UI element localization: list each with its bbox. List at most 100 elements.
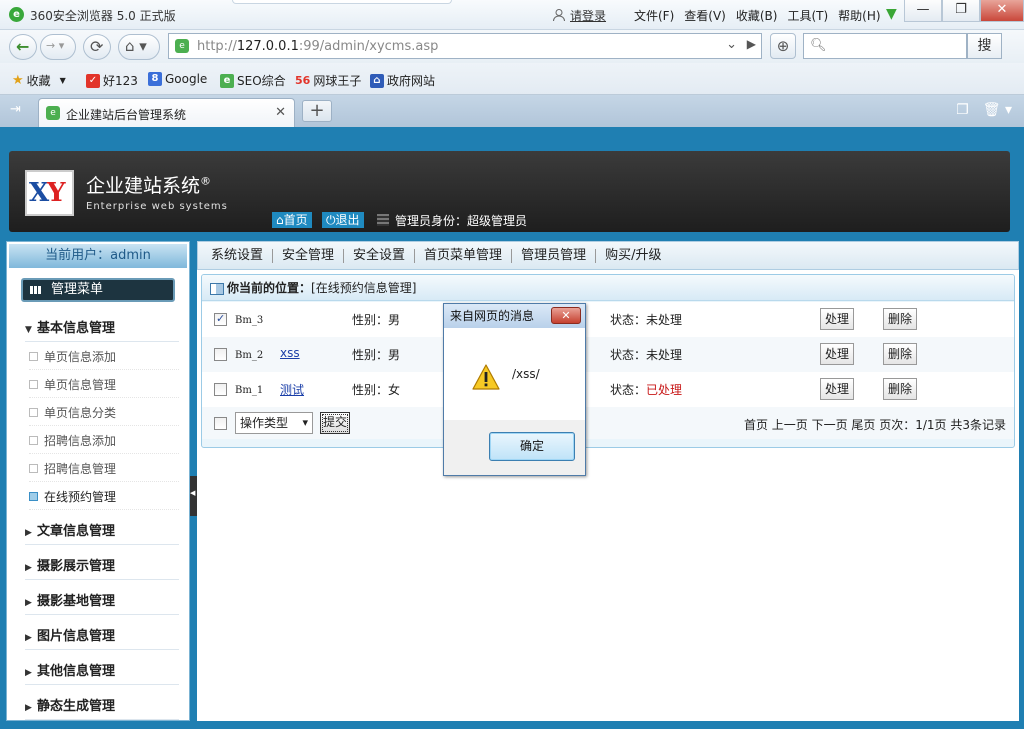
go-icon[interactable]: ▶ — [747, 37, 756, 51]
new-tab-button[interactable]: + — [302, 100, 332, 122]
warning-icon — [472, 364, 500, 390]
fav-seo[interactable]: e SEO综合 — [220, 72, 286, 89]
sidebar-group-articles[interactable]: ▶ 文章信息管理 — [25, 519, 179, 545]
menu-file[interactable]: 文件(F) — [634, 7, 674, 24]
sidebar-group-static[interactable]: ▶ 静态生成管理 — [25, 694, 179, 720]
restore-tabs-icon[interactable]: ❐ — [956, 102, 969, 118]
home-button[interactable] — [118, 34, 160, 60]
fav-google[interactable]: 8 Google — [148, 72, 207, 86]
search-button[interactable]: 搜 — [967, 33, 1002, 59]
row-name-link[interactable]: xss — [280, 346, 300, 360]
login-link[interactable]: 请登录 — [570, 7, 606, 24]
table-row: Bm_1 测试 性别：女 状态：已处理 处理 删除 — [202, 372, 1014, 407]
batch-actions: 操作类型 提交 首页 上一页 下一页 尾页 页次：1/1页 共3条记录 — [202, 407, 1014, 439]
delete-button[interactable]: 删除 — [883, 378, 918, 400]
process-button[interactable]: 处理 — [820, 378, 855, 400]
tab-bar: ⇥ e 企业建站后台管理系统 ✕ + ❐ 🗑︎ ▾ — [0, 95, 1024, 127]
sidebar-item-page-manage[interactable]: 单页信息管理 — [29, 372, 179, 398]
process-button[interactable]: 处理 — [820, 308, 855, 330]
fav-gov[interactable]: ⌂ 政府网站 — [370, 72, 435, 89]
menu-view[interactable]: 查看(V) — [684, 7, 726, 24]
menu-tools[interactable]: 工具(T) — [787, 7, 828, 24]
sidebar-group-photo-base[interactable]: ▶ 摄影基地管理 — [25, 589, 179, 615]
sidebar-group-basic-info[interactable]: ▼ 基本信息管理 — [25, 316, 179, 342]
tab-tools: ❐ 🗑︎ ▾ — [956, 102, 1012, 118]
home-link-button[interactable]: ⌂首页 — [272, 212, 312, 228]
sidebar-item-page-category[interactable]: 单页信息分类 — [29, 400, 179, 426]
security-shield-icon[interactable]: ⊕ — [770, 33, 796, 59]
brand-subtitle: Enterprise web systems — [86, 201, 228, 212]
forward-button[interactable] — [40, 34, 76, 60]
minimize-button[interactable]: — — [904, 0, 942, 22]
nav-buy-upgrade[interactable]: 购买/升级 — [596, 248, 670, 263]
url-dropdown-icon[interactable]: ⌄ — [726, 37, 737, 52]
sidebar-item-page-add[interactable]: 单页信息添加 — [29, 344, 179, 370]
submit-button[interactable]: 提交 — [320, 412, 351, 434]
window-controls: — ❐ ✕ — [904, 0, 1024, 22]
sidebar-item-job-add[interactable]: 招聘信息添加 — [29, 428, 179, 454]
menu-favorites[interactable]: 收藏(B) — [736, 7, 778, 24]
trash-icon[interactable]: 🗑︎ ▾ — [983, 102, 1012, 118]
address-input[interactable]: e http://127.0.0.1:99/admin/xycms.asp ⌄ … — [168, 33, 762, 59]
row-status: 状态：未处理 — [610, 313, 683, 327]
sidebar-group-other[interactable]: ▶ 其他信息管理 — [25, 659, 179, 685]
nav-admin-manage[interactable]: 管理员管理 — [512, 248, 597, 263]
title-tab-hint — [232, 0, 452, 4]
sidebar-splitter[interactable] — [190, 476, 197, 516]
tab-close-icon[interactable]: ✕ — [275, 105, 286, 120]
delete-button[interactable]: 删除 — [883, 343, 918, 365]
sidebar-toggle-icon[interactable]: ⇥ — [10, 102, 21, 117]
process-button[interactable]: 处理 — [820, 343, 855, 365]
menu-title: 管理菜单 — [21, 278, 175, 302]
menu-help[interactable]: 帮助(H) — [838, 7, 880, 24]
dialog-close-button[interactable]: ✕ — [551, 307, 581, 324]
pagination: 首页 上一页 下一页 尾页 页次：1/1页 共3条记录 — [743, 418, 1006, 432]
row-checkbox[interactable] — [214, 312, 227, 326]
refresh-button[interactable] — [83, 34, 111, 60]
sidebar-group-images[interactable]: ▶ 图片信息管理 — [25, 624, 179, 650]
nav-security-manage[interactable]: 安全管理 — [273, 248, 345, 263]
row-sex: 性别：男 — [352, 348, 401, 362]
fav-star[interactable]: ★ 收藏 ▼ — [12, 72, 66, 89]
dialog-message: /xss/ — [512, 367, 540, 381]
nav-security-settings[interactable]: 安全设置 — [344, 248, 416, 263]
back-button[interactable] — [9, 34, 37, 60]
maximize-button[interactable]: ❐ — [942, 0, 980, 22]
hao123-icon: ✓ — [86, 73, 100, 88]
select-all-checkbox[interactable] — [214, 417, 227, 430]
triangle-right-icon: ▶ — [25, 633, 32, 643]
sidebar-item-job-manage[interactable]: 招聘信息管理 — [29, 456, 179, 482]
sidebar-item-booking-manage[interactable]: 在线预约管理 — [29, 484, 179, 510]
tab-admin[interactable]: e 企业建站后台管理系统 ✕ — [38, 98, 295, 127]
power-icon: ⏻ — [326, 213, 336, 227]
url-text: http://127.0.0.1:99/admin/xycms.asp — [197, 39, 439, 54]
fav-hao123[interactable]: ✓ 好123 — [86, 72, 138, 89]
row-name-link[interactable]: 测试 — [280, 381, 304, 398]
top-nav: 系统设置 安全管理 安全设置 首页菜单管理 管理员管理 购买/升级 — [197, 241, 1019, 270]
logout-button[interactable]: ⏻退出 — [322, 212, 364, 228]
row-checkbox[interactable] — [214, 348, 227, 361]
home-icon: ⌂ — [276, 213, 284, 227]
page-icon: e — [175, 39, 189, 53]
user-icon — [553, 9, 565, 22]
dialog-body: /xss/ — [444, 328, 585, 420]
nav-home-menu[interactable]: 首页菜单管理 — [415, 248, 513, 263]
operation-type-select[interactable]: 操作类型 — [235, 412, 313, 434]
skin-shirt-icon[interactable]: ▼ — [886, 6, 897, 22]
triangle-right-icon: ▶ — [25, 703, 32, 713]
dialog-ok-button[interactable]: 确定 — [489, 432, 575, 461]
row-status: 状态：未处理 — [610, 348, 683, 362]
search-input[interactable]: 🔍︎ — [803, 33, 967, 59]
delete-button[interactable]: 删除 — [883, 308, 918, 330]
triangle-right-icon: ▶ — [25, 668, 32, 678]
window-title: 360安全浏览器 5.0 正式版 — [30, 9, 176, 23]
row-status: 状态：已处理 — [610, 383, 683, 397]
tab-title: 企业建站后台管理系统 — [66, 108, 187, 122]
fav-56[interactable]: 56 网球王子 — [295, 72, 361, 89]
row-id: Bm_2 — [235, 350, 264, 361]
close-window-button[interactable]: ✕ — [980, 0, 1024, 22]
row-checkbox[interactable] — [214, 383, 227, 396]
tab-page-icon: e — [46, 106, 60, 120]
nav-system-settings[interactable]: 系统设置 — [202, 248, 274, 263]
sidebar-group-photo-show[interactable]: ▶ 摄影展示管理 — [25, 554, 179, 580]
